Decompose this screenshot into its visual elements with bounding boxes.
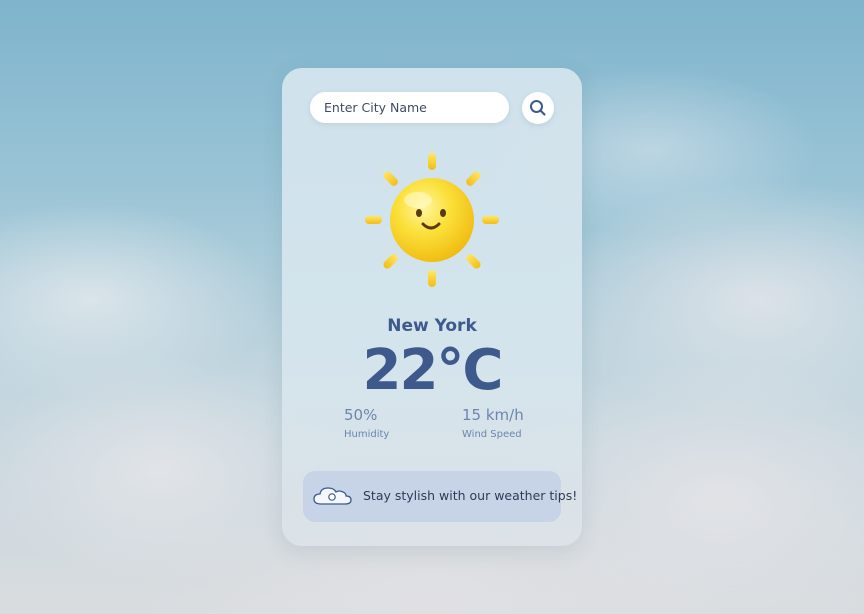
cloud-icon: [312, 484, 352, 512]
city-name: New York: [387, 316, 477, 336]
wind-stat: 15 km/h Wind Speed: [462, 406, 524, 440]
search-icon: [529, 99, 547, 117]
wind-speed-label: Wind Speed: [462, 429, 522, 440]
city-search-input[interactable]: [310, 92, 509, 123]
temperature: 22°C: [362, 338, 503, 403]
humidity-label: Humidity: [344, 429, 390, 440]
weather-tip-banner: Stay stylish with our weather tips!: [303, 471, 577, 522]
humidity-value: 50%: [344, 406, 378, 424]
humidity-stat: 50% Humidity: [344, 406, 389, 440]
search-button[interactable]: [522, 92, 554, 124]
wind-speed-value: 15 km/h: [462, 406, 524, 424]
weather-tip-text: Stay stylish with our weather tips!: [363, 488, 578, 503]
weather-card: New York 22°C 50% Humidity 15 km/h Wind …: [282, 68, 582, 546]
sun-icon: [362, 150, 502, 290]
